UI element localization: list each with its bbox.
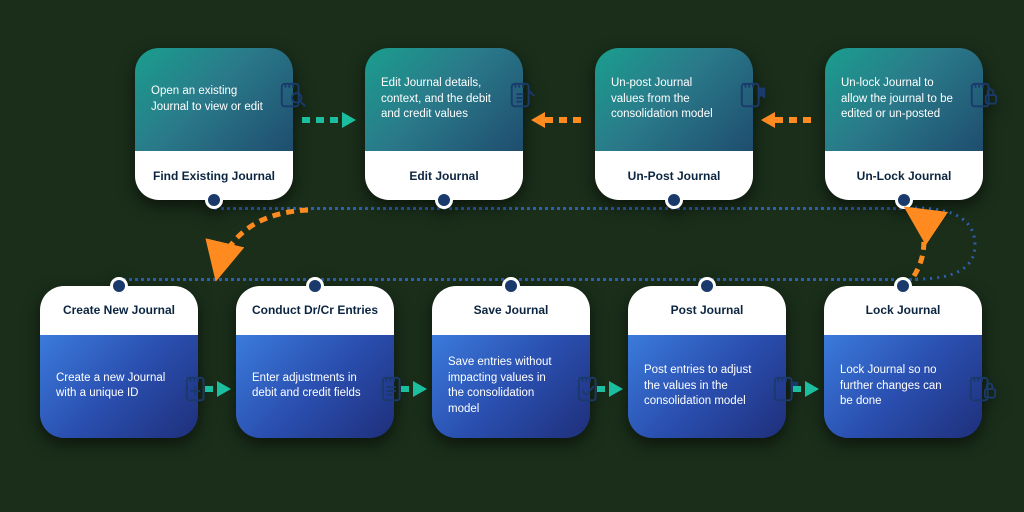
step-title: Post Journal	[671, 303, 744, 317]
arrow-right	[793, 386, 817, 392]
arrow-left	[763, 117, 815, 123]
step-desc: Create a new Journal with a unique ID	[56, 371, 170, 402]
curved-arrow-top-to-bottom	[200, 200, 320, 285]
step-create-new-journal: Create New Journal Create a new Journal …	[40, 286, 198, 438]
connector-node	[205, 191, 223, 209]
arrow-right	[205, 386, 229, 392]
step-lock-journal: Lock Journal Lock Journal so no further …	[824, 286, 982, 438]
connector-node	[110, 277, 128, 295]
connector-line-top	[214, 207, 914, 210]
step-title: Un-Post Journal	[628, 169, 721, 183]
step-title: Create New Journal	[63, 303, 175, 317]
step-desc: Lock Journal so no further changes can b…	[840, 363, 954, 410]
lock-icon	[967, 375, 997, 405]
step-unpost-journal: Un-post Journal values from the consolid…	[595, 48, 753, 200]
step-title: Conduct Dr/Cr Entries	[252, 303, 378, 317]
step-desc: Save entries without impacting values in…	[448, 355, 562, 417]
step-edit-journal: Edit Journal details, context, and the d…	[365, 48, 523, 200]
step-title: Edit Journal	[409, 169, 478, 183]
arrow-left	[533, 117, 585, 123]
lock-icon	[968, 81, 998, 111]
step-desc: Un-post Journal values from the consolid…	[611, 76, 725, 123]
step-desc: Un-lock Journal to allow the journal to …	[841, 76, 955, 123]
connector-node	[502, 277, 520, 295]
step-post-journal: Post Journal Post entries to adjust the …	[628, 286, 786, 438]
arrow-right	[302, 117, 354, 123]
arrow-right	[597, 386, 621, 392]
step-unlock-journal: Un-lock Journal to allow the journal to …	[825, 48, 983, 200]
step-desc: Open an existing Journal to view or edit	[151, 84, 265, 115]
connector-node	[895, 191, 913, 209]
step-conduct-entries: Conduct Dr/Cr Entries Enter adjustments …	[236, 286, 394, 438]
curved-arrow-bottom-to-top	[890, 200, 950, 282]
step-desc: Enter adjustments in debit and credit fi…	[252, 371, 366, 402]
step-desc: Edit Journal details, context, and the d…	[381, 76, 495, 123]
step-save-journal: Save Journal Save entries without impact…	[432, 286, 590, 438]
arrow-right	[401, 386, 425, 392]
connector-node	[698, 277, 716, 295]
connector-node	[306, 277, 324, 295]
bookmark-page-icon	[738, 81, 768, 111]
connector-node	[894, 277, 912, 295]
step-find-existing-journal: Open an existing Journal to view or edit…	[135, 48, 293, 200]
step-desc: Post entries to adjust the values in the…	[644, 363, 758, 410]
step-title: Save Journal	[474, 303, 549, 317]
step-title: Find Existing Journal	[153, 169, 275, 183]
diagram-canvas: Open an existing Journal to view or edit…	[0, 0, 1024, 512]
edit-page-icon	[508, 81, 538, 111]
step-title: Un-Lock Journal	[857, 169, 952, 183]
connector-curve-right	[905, 205, 995, 285]
connector-node	[435, 191, 453, 209]
search-icon	[278, 81, 308, 111]
connector-node	[665, 191, 683, 209]
step-title: Lock Journal	[866, 303, 941, 317]
